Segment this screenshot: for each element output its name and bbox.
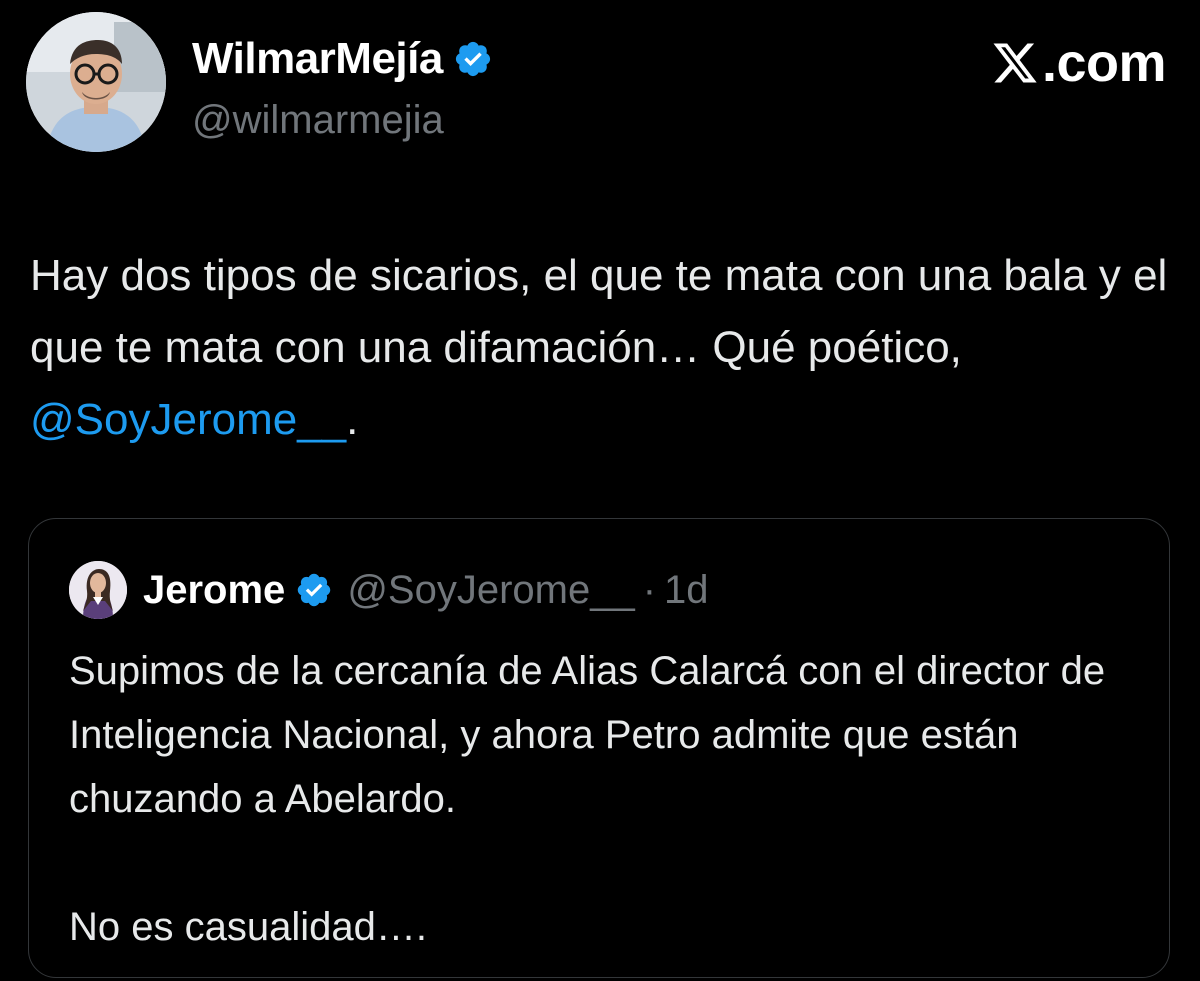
tweet-header: WilmarMejía @wilmarmejia .com bbox=[26, 12, 1176, 157]
quoted-tweet-paragraph: Supimos de la cercanía de Alias Calarcá … bbox=[69, 649, 1106, 821]
quoted-tweet-text: Supimos de la cercanía de Alias Calarcá … bbox=[69, 639, 1129, 959]
tweet-text: Hay dos tipos de sicarios, el que te mat… bbox=[30, 240, 1180, 456]
quoted-author-handle[interactable]: @SoyJerome__ bbox=[347, 568, 634, 613]
quoted-tweet-paragraph: No es casualidad…. bbox=[69, 905, 427, 949]
author-name-row: WilmarMejía bbox=[192, 34, 493, 84]
quoted-author-avatar[interactable] bbox=[69, 561, 127, 619]
x-logo-icon bbox=[993, 43, 1037, 83]
quoted-tweet-timestamp[interactable]: 1d bbox=[664, 568, 709, 613]
verified-badge-icon bbox=[298, 573, 331, 607]
tweet-mention-link[interactable]: @SoyJerome__ bbox=[30, 395, 346, 444]
quoted-tweet-header: Jerome @SoyJerome__ · 1d bbox=[69, 561, 709, 619]
brand-domain-text: .com bbox=[1041, 33, 1167, 93]
separator-dot: · bbox=[642, 567, 657, 612]
author-avatar[interactable] bbox=[26, 12, 166, 152]
quoted-author-name[interactable]: Jerome bbox=[143, 568, 285, 613]
brand-logo: .com bbox=[990, 32, 1167, 94]
quoted-tweet-card[interactable]: Jerome @SoyJerome__ · 1d Supimos de la c… bbox=[28, 518, 1170, 978]
verified-badge-icon bbox=[455, 41, 490, 77]
tweet-text-body: Hay dos tipos de sicarios, el que te mat… bbox=[30, 251, 1168, 372]
author-display-name[interactable]: WilmarMejía bbox=[192, 34, 443, 84]
tweet-text-end: . bbox=[346, 395, 359, 444]
author-handle[interactable]: @wilmarmejia bbox=[192, 98, 444, 143]
